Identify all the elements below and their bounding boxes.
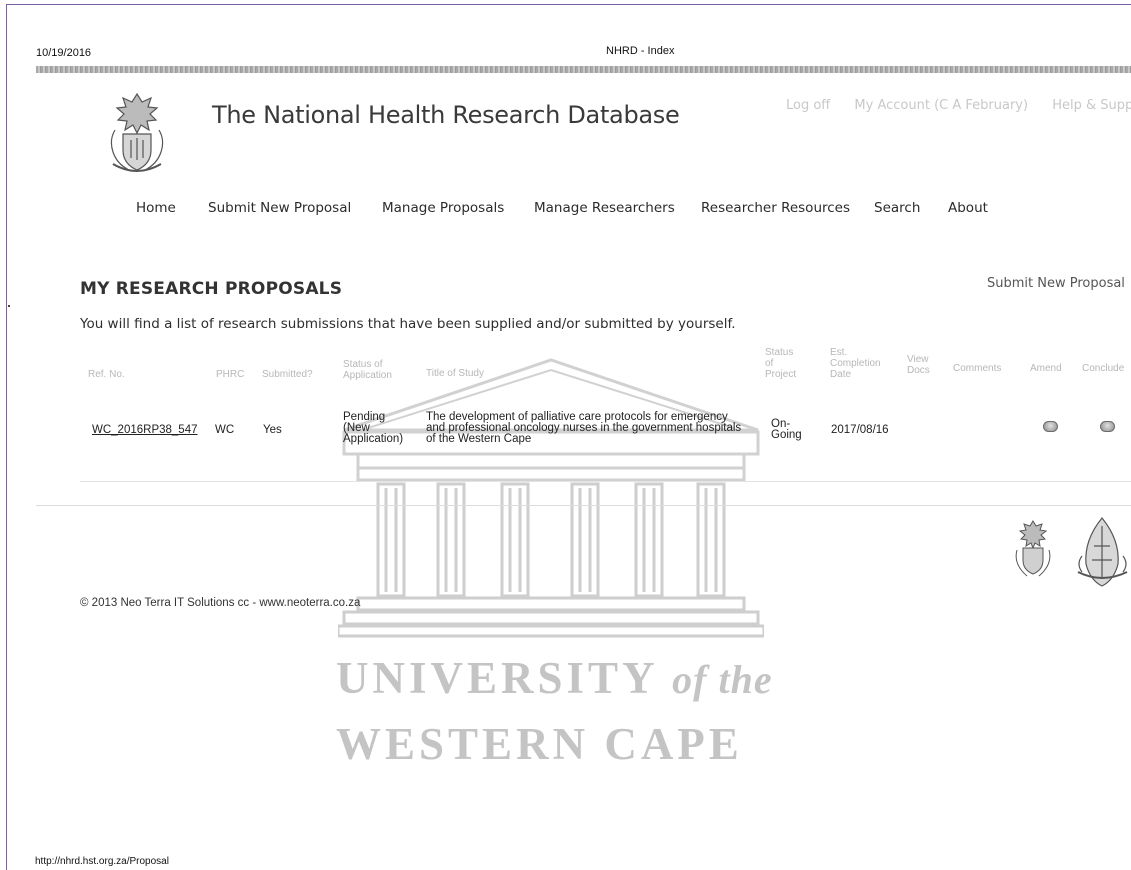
proposal-submitted: Yes [263,424,282,436]
watermark-university: UNIVERSITY of the [336,653,773,703]
footer-divider [36,505,1131,506]
page-heading: MY RESEARCH PROPOSALS [80,279,343,299]
col-phrc-header: PHRC [216,369,245,380]
col-amend-header: Amend [1030,363,1062,374]
submit-new-proposal-link[interactable]: Submit New Proposal [987,276,1125,291]
watermark-western-cape: WESTERN CAPE [336,719,743,769]
footer-provincial-logo [1077,517,1128,587]
intro-text: You will find a list of research submiss… [80,316,736,332]
nav-about[interactable]: About [948,200,988,216]
col-status-app-header: Status of Application [343,359,392,381]
nav-manage-proposals[interactable]: Manage Proposals [382,200,504,216]
coat-of-arms-logo [110,92,164,172]
col-conclude-header: Conclude [1082,363,1125,374]
proposal-phrc: WC [215,424,235,436]
proposal-ref-link[interactable]: WC_2016RP38_547 [92,424,198,436]
nav-home[interactable]: Home [136,200,176,216]
proposal-project-status: On- Going [771,418,802,441]
print-title: NHRD - Index [606,45,675,57]
table-row-divider [80,481,1131,482]
nav-manage-researchers[interactable]: Manage Researchers [534,200,675,216]
col-title-header: Title of Study [426,368,484,379]
scan-dot [8,305,10,307]
nav-researcher-resources[interactable]: Researcher Resources [701,200,850,216]
nav-submit-new-proposal[interactable]: Submit New Proposal [208,200,351,216]
status-bar-url: http://nhrd.hst.org.za/Proposal [35,856,169,867]
account-links: Log off My Account (C A February) Help &… [786,98,1131,113]
logoff-link[interactable]: Log off [786,98,830,113]
col-status-project-header: Status of Project [765,347,797,380]
col-view-docs-header: View Docs [907,354,930,376]
col-est-completion-header: Est. Completion Date [830,347,881,380]
proposal-est-completion: 2017/08/16 [831,424,889,436]
print-header-rule [36,66,1131,73]
my-account-link[interactable]: My Account (C A February) [854,98,1028,113]
footer-coat-of-arms-logo [1015,520,1051,577]
col-comments-header: Comments [953,363,1002,374]
help-support-link[interactable]: Help & Support [1052,98,1131,113]
main-nav: Home Submit New Proposal Manage Proposal… [0,200,1131,220]
print-date: 10/19/2016 [36,47,92,59]
copyright-text: © 2013 Neo Terra IT Solutions cc - www.n… [80,597,361,609]
col-submitted-header: Submitted? [262,369,313,380]
proposal-title: The development of palliative care proto… [426,411,742,445]
col-ref-header: Ref. No. [88,369,125,380]
conclude-button[interactable] [1100,421,1115,432]
amend-button[interactable] [1043,421,1058,432]
proposal-application-status: Pending (New Application) [343,411,404,445]
site-title: The National Health Research Database [212,101,680,129]
nav-search[interactable]: Search [874,200,920,216]
university-watermark-building [338,358,764,638]
